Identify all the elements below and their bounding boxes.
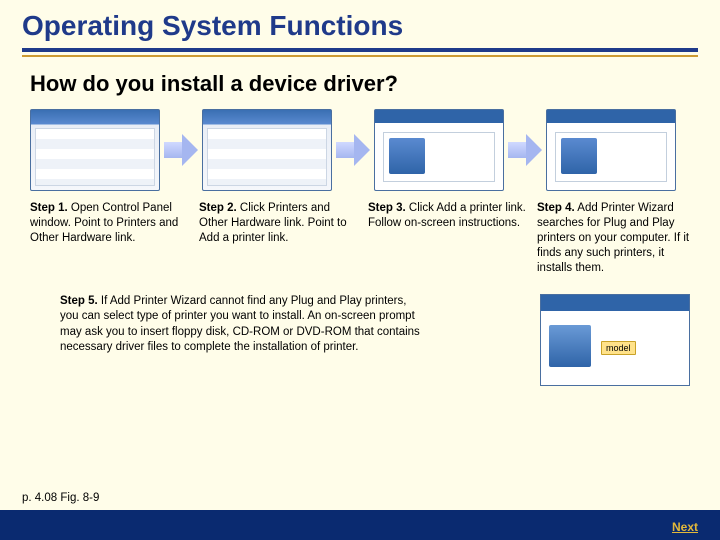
footer-bar <box>0 510 720 540</box>
screenshot-step4 <box>546 109 676 191</box>
caption-step2: Step 2. Click Printers and Other Hardwar… <box>199 201 360 276</box>
arrow-icon <box>164 130 198 170</box>
page-reference: p. 4.08 Fig. 8-9 <box>22 492 99 510</box>
step-label: Step 2. <box>199 202 237 214</box>
next-button[interactable]: Next <box>672 520 698 534</box>
screenshot-step1 <box>30 109 160 191</box>
title-rule <box>0 48 720 57</box>
caption-step4: Step 4. Add Printer Wizard searches for … <box>537 201 698 276</box>
model-callout: model <box>601 341 636 355</box>
screenshot-step3 <box>374 109 504 191</box>
caption-step5: Step 5. If Add Printer Wizard cannot fin… <box>60 294 420 356</box>
screenshot-row <box>0 105 720 191</box>
arrow-icon <box>336 130 370 170</box>
step-label: Step 1. <box>30 202 68 214</box>
screenshot-step2 <box>202 109 332 191</box>
step5-block: Step 5. If Add Printer Wizard cannot fin… <box>0 276 720 386</box>
step-label: Step 5. <box>60 295 98 307</box>
subtitle: How do you install a device driver? <box>0 57 720 105</box>
step-label: Step 3. <box>368 202 406 214</box>
caption-step1: Step 1. Open Control Panel window. Point… <box>30 201 191 276</box>
page-title: Operating System Functions <box>0 0 720 48</box>
step-text: If Add Printer Wizard cannot find any Pl… <box>60 295 420 354</box>
screenshot-step5: model <box>540 294 690 386</box>
arrow-icon <box>508 130 542 170</box>
caption-row: Step 1. Open Control Panel window. Point… <box>0 191 720 276</box>
caption-step3: Step 3. Click Add a printer link. Follow… <box>368 201 529 276</box>
step-label: Step 4. <box>537 202 575 214</box>
